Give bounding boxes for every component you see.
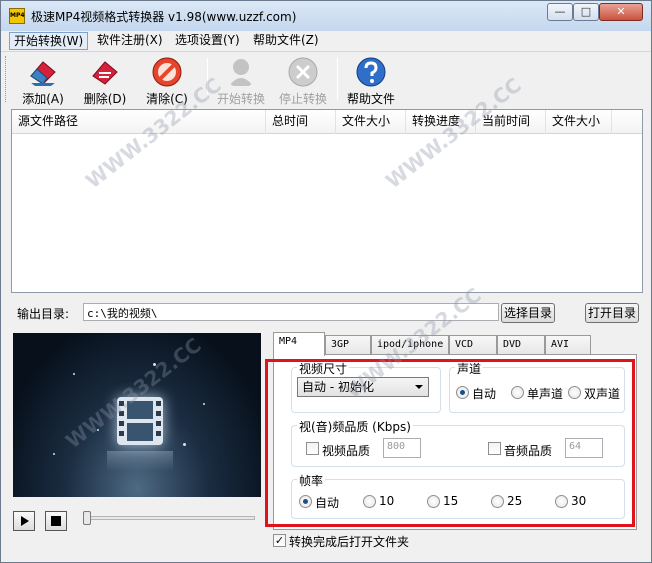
add-button[interactable]: 添加(A) bbox=[15, 54, 71, 106]
framerate-auto-radio[interactable] bbox=[299, 495, 312, 508]
menu-register[interactable]: 软件注册(X) bbox=[93, 32, 167, 50]
column-output-size[interactable]: 文件大小 bbox=[546, 110, 612, 134]
sparkle bbox=[183, 443, 186, 446]
clear-button[interactable]: 清除(C) bbox=[139, 54, 195, 106]
menu-start-convert[interactable]: 开始转换(W) bbox=[9, 32, 89, 50]
framerate-15-radio[interactable] bbox=[427, 495, 440, 508]
tab-avi[interactable]: AVI bbox=[545, 335, 591, 355]
maximize-button[interactable]: □ bbox=[573, 3, 599, 21]
select-dir-button[interactable]: 选择目录 bbox=[501, 303, 555, 323]
person-icon bbox=[229, 59, 253, 86]
framerate-15-label: 15 bbox=[443, 494, 459, 508]
stop-button[interactable] bbox=[45, 511, 67, 531]
window-title: 极速MP4视频格式转换器 v1.98(www.uzzf.com) bbox=[31, 10, 297, 24]
dropdown-arrow-icon bbox=[415, 385, 423, 389]
toolbar-separator bbox=[337, 58, 338, 100]
add-label: 添加(A) bbox=[22, 92, 64, 106]
file-list-header: 源文件路径 总时间 文件大小 转换进度 当前时间 文件大小 bbox=[12, 110, 642, 134]
sparkle bbox=[53, 453, 55, 455]
minimize-button[interactable]: — bbox=[547, 3, 573, 21]
framerate-auto-label: 自动 bbox=[315, 496, 340, 510]
stop-convert-label: 停止转换 bbox=[278, 92, 327, 106]
no-entry-icon bbox=[152, 57, 182, 87]
film-strip-icon bbox=[117, 397, 163, 445]
help-label: 帮助文件 bbox=[346, 92, 395, 106]
channel-auto-label: 自动 bbox=[472, 387, 497, 401]
film-reflection bbox=[107, 451, 173, 471]
framerate-25-label: 25 bbox=[507, 494, 523, 508]
stop-icon bbox=[51, 516, 61, 526]
file-list[interactable]: 源文件路径 总时间 文件大小 转换进度 当前时间 文件大小 bbox=[11, 109, 643, 293]
title-bar: MP4 极速MP4视频格式转换器 v1.98(www.uzzf.com) — □… bbox=[1, 1, 651, 31]
menu-bar: 开始转换(W) 软件注册(X) 选项设置(Y) 帮助文件(Z) bbox=[1, 31, 651, 51]
open-after-label: 转换完成后打开文件夹 bbox=[289, 535, 410, 549]
open-dir-button[interactable]: 打开目录 bbox=[585, 303, 639, 323]
start-convert-label: 开始转换 bbox=[216, 92, 265, 106]
video-size-title: 视频尺寸 bbox=[297, 360, 350, 377]
video-size-select[interactable]: 自动 - 初始化 bbox=[297, 377, 429, 397]
tab-ipod-iphone[interactable]: ipod/iphone bbox=[371, 335, 449, 355]
video-quality-label: 视频品质 bbox=[322, 444, 371, 458]
tab-mp4[interactable]: MP4 bbox=[273, 332, 325, 356]
delete-label: 删除(D) bbox=[83, 92, 127, 106]
video-preview bbox=[13, 333, 261, 497]
video-quality-input[interactable]: 800 bbox=[383, 438, 421, 458]
tab-dvd[interactable]: DVD bbox=[497, 335, 545, 355]
clear-label: 清除(C) bbox=[146, 92, 188, 106]
delete-eraser-icon bbox=[92, 61, 118, 85]
framerate-30-radio[interactable] bbox=[555, 495, 568, 508]
quality-title: 视(音)频品质 (Kbps) bbox=[297, 418, 413, 435]
play-icon bbox=[21, 516, 29, 526]
app-window: MP4 极速MP4视频格式转换器 v1.98(www.uzzf.com) — □… bbox=[0, 0, 652, 563]
output-dir-input[interactable]: c:\我的视频\ bbox=[83, 303, 499, 321]
framerate-30-label: 30 bbox=[571, 494, 587, 508]
seek-track[interactable] bbox=[85, 516, 255, 520]
toolbar-grip bbox=[5, 56, 8, 102]
sparkle bbox=[203, 403, 205, 405]
channel-auto-radio[interactable] bbox=[456, 386, 469, 399]
column-total-time[interactable]: 总时间 bbox=[266, 110, 336, 134]
close-button[interactable]: ✕ bbox=[599, 3, 643, 21]
toolbar: 添加(A) 删除(D) 清除(C) 开始转换 停止转换 帮助文件 bbox=[1, 51, 651, 107]
add-eraser-icon bbox=[30, 61, 56, 86]
sparkle bbox=[153, 363, 156, 366]
channel-mono-label: 单声道 bbox=[527, 387, 564, 401]
stop-x-icon bbox=[288, 57, 318, 87]
start-convert-button[interactable]: 开始转换 bbox=[213, 54, 269, 106]
framerate-10-radio[interactable] bbox=[363, 495, 376, 508]
channel-mono-radio[interactable] bbox=[511, 386, 524, 399]
audio-quality-checkbox[interactable] bbox=[488, 442, 501, 455]
stop-convert-button[interactable]: 停止转换 bbox=[275, 54, 331, 106]
play-button[interactable] bbox=[13, 511, 35, 531]
video-size-value: 自动 - 初始化 bbox=[302, 380, 374, 394]
column-file-size[interactable]: 文件大小 bbox=[336, 110, 406, 134]
column-source-path[interactable]: 源文件路径 bbox=[12, 110, 266, 134]
sparkle bbox=[73, 373, 75, 375]
output-dir-label: 输出目录: bbox=[17, 307, 70, 321]
audio-quality-label: 音频品质 bbox=[504, 444, 553, 458]
menu-options[interactable]: 选项设置(Y) bbox=[171, 32, 244, 50]
toolbar-separator bbox=[207, 58, 208, 100]
framerate-25-radio[interactable] bbox=[491, 495, 504, 508]
video-quality-checkbox[interactable] bbox=[306, 442, 319, 455]
channel-stereo-label: 双声道 bbox=[584, 387, 621, 401]
column-progress[interactable]: 转换进度 bbox=[406, 110, 476, 134]
app-icon: MP4 bbox=[9, 8, 25, 24]
channel-stereo-radio[interactable] bbox=[568, 386, 581, 399]
column-current-time[interactable]: 当前时间 bbox=[476, 110, 546, 134]
delete-button[interactable]: 删除(D) bbox=[77, 54, 133, 106]
seek-slider-thumb[interactable] bbox=[83, 511, 91, 525]
framerate-title: 帧率 bbox=[297, 472, 326, 489]
sparkle bbox=[97, 429, 99, 431]
audio-quality-input[interactable]: 64 bbox=[565, 438, 603, 458]
tab-vcd[interactable]: VCD bbox=[449, 335, 497, 355]
tab-3gp[interactable]: 3GP bbox=[325, 335, 371, 355]
menu-help[interactable]: 帮助文件(Z) bbox=[249, 32, 323, 50]
framerate-10-label: 10 bbox=[379, 494, 395, 508]
help-button[interactable]: 帮助文件 bbox=[343, 54, 399, 106]
channel-title: 声道 bbox=[455, 360, 484, 377]
question-mark-icon bbox=[356, 57, 386, 87]
open-after-checkbox[interactable]: ✓ bbox=[273, 534, 286, 547]
